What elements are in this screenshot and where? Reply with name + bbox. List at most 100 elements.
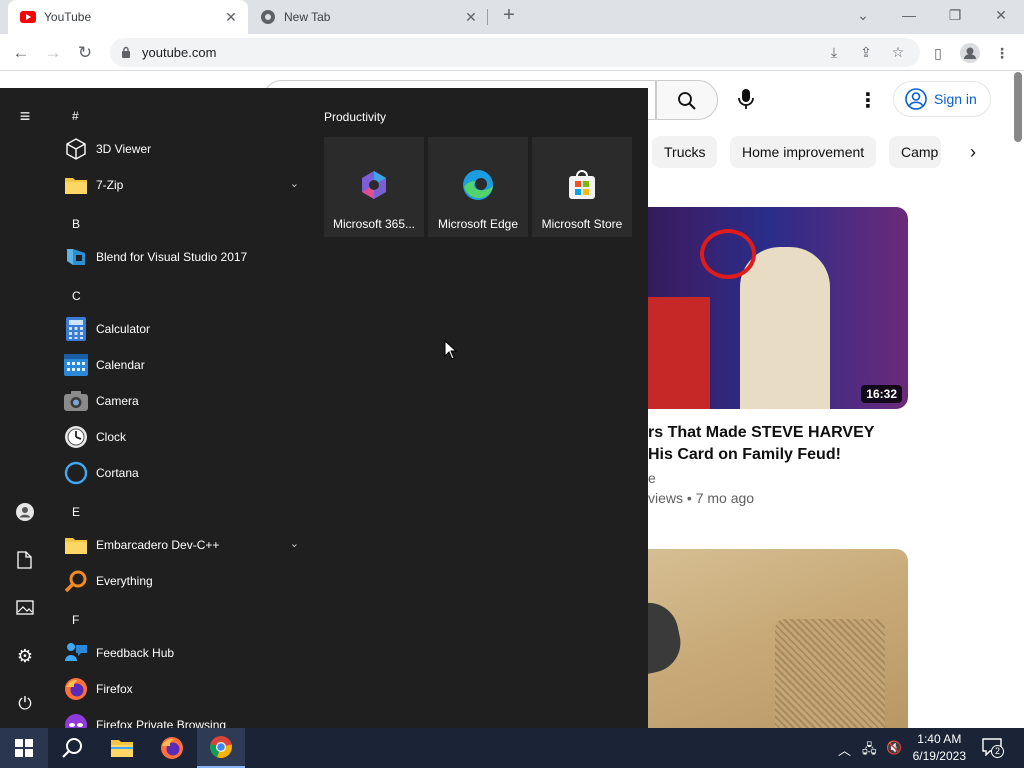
minimize-button[interactable]: — (895, 4, 923, 26)
thumbnail-figure-suit (740, 247, 830, 409)
documents-icon[interactable] (17, 551, 32, 569)
settings-gear-icon[interactable]: ⚙ (13, 644, 37, 668)
restore-button[interactable]: ❐ (941, 4, 969, 26)
taskbar-search-button[interactable] (48, 728, 96, 768)
new-tab-button[interactable]: + (495, 4, 523, 26)
browser-toolbar: ← → ↻ youtube.com ⤓ ⇪ ☆ ▯ ⋮ (0, 34, 1024, 71)
sign-in-label: Sign in (934, 91, 977, 107)
reload-button[interactable]: ↻ (72, 40, 98, 66)
section-letter[interactable]: C (72, 289, 81, 303)
network-icon[interactable]: 🖧 (862, 740, 877, 762)
sign-in-button[interactable]: Sign in (893, 81, 991, 117)
power-icon[interactable]: ⏻ (13, 692, 37, 716)
chip-home-improvement[interactable]: Home improvement (730, 136, 877, 168)
taskbar-firefox[interactable] (148, 728, 196, 768)
app-blend-for-visual-studio[interactable]: Blend for Visual Studio 2017 (60, 240, 305, 274)
section-letter[interactable]: # (72, 109, 79, 123)
side-panel-icon[interactable]: ▯ (928, 43, 948, 63)
action-center-button[interactable]: 2 (982, 738, 1004, 758)
youtube-search-button[interactable] (656, 80, 718, 120)
app-label: Firefox Private Browsing (96, 718, 227, 728)
clock-date: 6/19/2023 (912, 749, 966, 763)
address-bar[interactable]: youtube.com ⤓ ⇪ ☆ (110, 38, 920, 67)
tab-search-icon[interactable]: ⌄ (849, 4, 877, 26)
page-scrollbar[interactable] (1014, 72, 1022, 142)
app-label: Camera (96, 394, 139, 408)
app-label: 7-Zip (96, 178, 124, 192)
back-button[interactable]: ← (8, 40, 34, 66)
feedback-icon (63, 640, 89, 666)
forward-button[interactable]: → (40, 40, 66, 66)
app-label: Clock (96, 430, 127, 444)
notification-count-badge: 2 (991, 745, 1004, 758)
youtube-settings-kebab-icon[interactable]: ⋮ (858, 88, 878, 113)
search-icon (63, 568, 89, 594)
app-everything[interactable]: Everything (60, 564, 305, 598)
app-label: Feedback Hub (96, 646, 175, 660)
app-label: Blend for Visual Studio 2017 (96, 250, 248, 264)
chip-trucks[interactable]: Trucks (652, 136, 718, 168)
tile-microsoft-edge[interactable]: Microsoft Edge (428, 137, 528, 237)
share-icon[interactable]: ⇪ (856, 42, 876, 62)
group-title[interactable]: Productivity (324, 110, 386, 124)
tile-microsoft-store[interactable]: Microsoft Store (532, 137, 632, 237)
taskbar-chrome[interactable] (197, 728, 245, 768)
show-hidden-icons-chevron-icon[interactable]: ︿ (838, 740, 851, 759)
app-calendar[interactable]: Calendar (60, 348, 305, 382)
blend-icon (63, 244, 89, 270)
camera-icon (63, 388, 89, 414)
mouse-cursor-icon (444, 340, 458, 360)
chevron-down-icon[interactable]: ⌄ (290, 537, 299, 550)
video-duration: 16:32 (861, 385, 902, 403)
section-letter[interactable]: E (72, 505, 80, 519)
bookmark-star-icon[interactable]: ☆ (888, 42, 908, 62)
chip-camp[interactable]: Camp (889, 136, 941, 168)
app-label: Cortana (96, 466, 139, 480)
taskbar-file-explorer[interactable] (98, 728, 146, 768)
app-clock[interactable]: Clock (60, 420, 305, 454)
cube-icon (63, 136, 89, 162)
folder-icon (63, 532, 89, 558)
app-3d-viewer[interactable]: 3D Viewer (60, 132, 305, 166)
chips-next-chevron-icon[interactable]: › (970, 142, 976, 163)
app-firefox-private[interactable]: Firefox Private Browsing (60, 708, 305, 728)
tile-microsoft-365[interactable]: Microsoft 365... (324, 137, 424, 237)
taskbar: ︿ 🖧 🔇 1:40 AM 6/19/2023 2 (0, 728, 1024, 768)
start-menu-rail: ≡ ⚙ ⏻ (0, 88, 50, 728)
section-letter[interactable]: F (72, 613, 79, 627)
video-title-line: rs That Made STEVE HARVEY (648, 424, 875, 441)
hamburger-menu-icon[interactable]: ≡ (13, 104, 37, 128)
user-account-icon[interactable] (15, 502, 35, 522)
video-channel[interactable]: e (648, 470, 656, 486)
tab-new-tab[interactable]: New Tab ✕ (248, 0, 488, 34)
microphone-icon[interactable] (738, 88, 754, 110)
menu-kebab-icon[interactable]: ⋮ (992, 43, 1012, 63)
lock-icon[interactable] (121, 46, 131, 59)
app-cortana[interactable]: Cortana (60, 456, 305, 490)
tab-youtube[interactable]: YouTube ✕ (8, 0, 248, 34)
app-feedback-hub[interactable]: Feedback Hub (60, 636, 305, 670)
chrome-favicon-icon (261, 10, 275, 24)
video-meta: views • 7 mo ago (648, 490, 755, 506)
close-window-button[interactable]: ✕ (987, 4, 1015, 26)
close-tab-icon[interactable]: ✕ (464, 10, 478, 24)
install-app-icon[interactable]: ⤓ (824, 42, 844, 62)
section-letter[interactable]: B (72, 217, 80, 231)
cortana-icon (63, 460, 89, 486)
taskbar-clock[interactable]: 1:40 AM 6/19/2023 (913, 731, 966, 765)
app-7-zip[interactable]: 7-Zip ⌄ (60, 168, 305, 202)
app-calculator[interactable]: Calculator (60, 312, 305, 346)
edge-icon (463, 170, 493, 200)
app-embarcadero-dev-cpp[interactable]: Embarcadero Dev-C++ ⌄ (60, 528, 305, 562)
app-camera[interactable]: Camera (60, 384, 305, 418)
close-tab-icon[interactable]: ✕ (224, 10, 238, 24)
start-button[interactable] (0, 728, 48, 768)
pictures-icon[interactable] (16, 600, 34, 615)
video-title[interactable]: rs That Made STEVE HARVEY His Card on Fa… (648, 422, 874, 466)
volume-muted-icon[interactable]: 🔇 (886, 740, 902, 756)
chevron-down-icon[interactable]: ⌄ (290, 177, 299, 190)
app-label: Firefox (96, 682, 133, 696)
profile-icon[interactable] (960, 43, 980, 63)
app-firefox[interactable]: Firefox (60, 672, 305, 706)
m365-icon (362, 171, 386, 199)
